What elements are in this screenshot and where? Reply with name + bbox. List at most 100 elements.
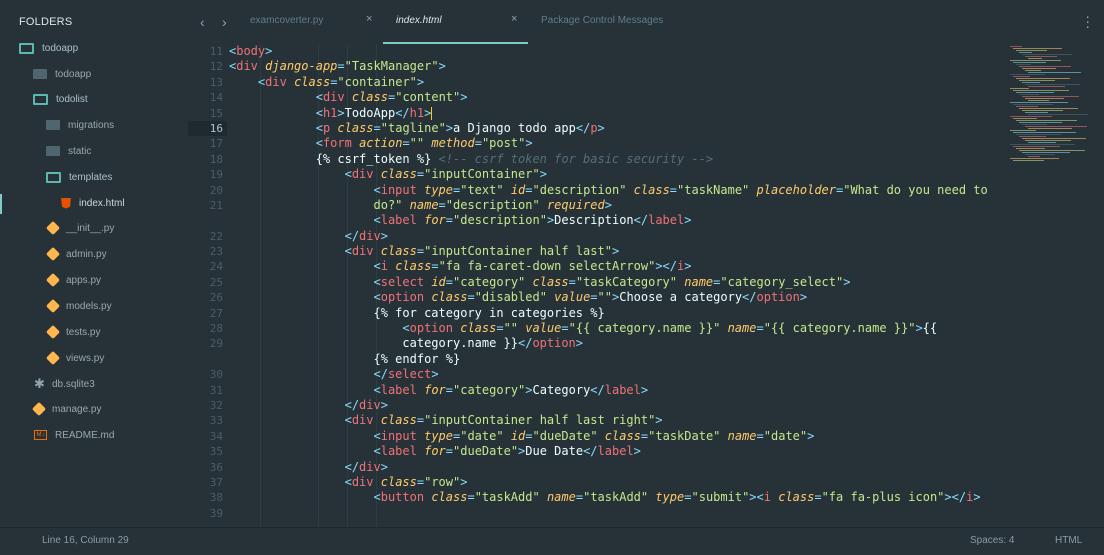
line-number: 25 bbox=[209, 275, 223, 289]
minimap-line bbox=[1019, 108, 1078, 109]
close-icon[interactable]: × bbox=[366, 13, 372, 25]
minimap-line bbox=[1013, 160, 1044, 161]
minimap-line bbox=[1016, 92, 1054, 93]
code-line: </div> bbox=[344, 228, 388, 243]
tab-label: examcoverter.py bbox=[250, 15, 324, 26]
chevron-left-icon[interactable]: ‹ bbox=[200, 14, 205, 30]
code-line: <p class="tagline">a Django todo app</p> bbox=[315, 120, 605, 135]
minimap-line bbox=[1010, 88, 1029, 89]
tab-examcoverter-py[interactable]: examcoverter.py × bbox=[238, 0, 381, 44]
sidebar-toggle[interactable] bbox=[0, 528, 28, 555]
tree-item-label: templates bbox=[69, 171, 113, 183]
more-vertical-icon[interactable]: · · · bbox=[1085, 9, 1090, 33]
tree-item-label: todoapp bbox=[55, 68, 92, 80]
minimap-line bbox=[1025, 98, 1064, 99]
code-line: </div> bbox=[344, 397, 388, 412]
code-line: <form action="" method="post"> bbox=[315, 136, 533, 151]
minimap-line bbox=[1016, 120, 1077, 121]
code-line: <div class="inputContainer half last"> bbox=[344, 244, 620, 259]
minimap-line bbox=[1022, 96, 1079, 97]
python-icon bbox=[45, 272, 61, 288]
code-content[interactable]: <body> <div django-app="TaskManager"> <d… bbox=[229, 44, 1009, 506]
tab-label: index.html bbox=[396, 15, 442, 26]
minimap-line bbox=[1013, 90, 1069, 91]
folder-icon bbox=[46, 120, 60, 130]
line-number: 24 bbox=[209, 260, 223, 274]
line-number: 39 bbox=[209, 506, 223, 520]
minimap-line bbox=[1028, 86, 1065, 87]
minimap-line bbox=[1010, 74, 1045, 75]
tree-item-label: __init__.py bbox=[66, 222, 115, 234]
database-icon: ✱ bbox=[34, 376, 45, 391]
minimap-line bbox=[1010, 116, 1052, 117]
minimap-line bbox=[1025, 70, 1041, 71]
line-number: 30 bbox=[209, 368, 223, 382]
minimap-line bbox=[1028, 100, 1049, 101]
line-number bbox=[188, 352, 223, 367]
minimap-line bbox=[1022, 68, 1056, 69]
minimap-line bbox=[1022, 82, 1040, 83]
folder-open-icon bbox=[46, 171, 61, 183]
line-number: 14 bbox=[209, 91, 223, 105]
python-icon bbox=[45, 246, 61, 262]
minimap-line bbox=[1028, 58, 1042, 59]
minimap-line bbox=[1016, 50, 1047, 51]
tree-item-label: static bbox=[68, 145, 92, 157]
minimap-line bbox=[1013, 132, 1076, 133]
line-number: 32 bbox=[209, 398, 223, 412]
code-editor[interactable]: 11 12 13 14 15 16 17 18 19 20 21 22 23 24 25 26 27 28 29 30… bbox=[188, 44, 1010, 527]
text-cursor bbox=[431, 106, 433, 120]
tree-item-label: admin.py bbox=[66, 248, 107, 260]
code-line: <label for="description">Description</la… bbox=[373, 213, 692, 228]
tab-label: Package Control Messages bbox=[541, 15, 664, 26]
line-number: 38 bbox=[209, 491, 223, 505]
tree-folder-todoapp-root[interactable]: todoapp bbox=[0, 37, 207, 59]
python-icon bbox=[45, 350, 61, 366]
minimap-line bbox=[1025, 112, 1048, 113]
tree-item-label: models.py bbox=[66, 300, 112, 312]
line-number: 15 bbox=[209, 106, 223, 120]
tree-item-label: tests.py bbox=[66, 326, 101, 338]
python-icon bbox=[45, 298, 61, 314]
code-line: <button class="taskAdd" name="taskAdd" t… bbox=[373, 490, 981, 505]
tree-item-label: manage.py bbox=[52, 403, 102, 415]
minimap-line bbox=[1010, 144, 1075, 145]
minimap-line bbox=[1019, 150, 1085, 151]
line-number: 13 bbox=[209, 75, 223, 89]
code-line: <label for="category">Category</label> bbox=[373, 382, 649, 397]
minimap-line bbox=[1028, 114, 1088, 115]
line-number: 27 bbox=[209, 306, 223, 320]
line-number: 28 bbox=[209, 322, 223, 336]
line-number: 26 bbox=[209, 291, 223, 305]
code-line: <select id="category" class="taskCategor… bbox=[373, 274, 851, 289]
minimap-line bbox=[1022, 124, 1047, 125]
minimap[interactable] bbox=[1010, 44, 1104, 174]
close-icon[interactable]: × bbox=[511, 13, 517, 25]
line-number: 35 bbox=[209, 445, 223, 459]
minimap-line bbox=[1025, 126, 1087, 127]
tab-package-control-messages[interactable]: Package Control Messages bbox=[529, 0, 729, 44]
folder-open-icon bbox=[33, 93, 48, 105]
code-line: </div> bbox=[344, 459, 388, 474]
code-line: {% csrf_token %} <!-- csrf token for bas… bbox=[315, 151, 714, 166]
line-number: 21 bbox=[209, 198, 223, 212]
tree-item-label: index.html bbox=[79, 197, 125, 209]
code-line: <option class="" value="{{ category.name… bbox=[402, 321, 938, 336]
minimap-line bbox=[1016, 64, 1031, 65]
folder-open-icon bbox=[19, 42, 34, 54]
minimap-line bbox=[1025, 140, 1071, 141]
line-number: 17 bbox=[209, 137, 223, 151]
line-number: 11 bbox=[209, 45, 223, 58]
indentation-setting[interactable]: Spaces: 4 bbox=[970, 535, 1014, 546]
minimap-line bbox=[1013, 118, 1037, 119]
code-line: <body> bbox=[229, 44, 273, 58]
tree-item-label: views.py bbox=[66, 352, 105, 364]
syntax-selector[interactable]: HTML bbox=[1055, 535, 1082, 546]
python-icon bbox=[45, 324, 61, 340]
minimap-line bbox=[1016, 148, 1045, 149]
line-number: 22 bbox=[209, 229, 223, 243]
html5-icon bbox=[61, 197, 71, 209]
code-line: <input type="text" id="description" clas… bbox=[373, 182, 988, 197]
chevron-right-icon[interactable]: › bbox=[222, 14, 227, 30]
tab-index-html[interactable]: index.html × bbox=[383, 0, 528, 44]
